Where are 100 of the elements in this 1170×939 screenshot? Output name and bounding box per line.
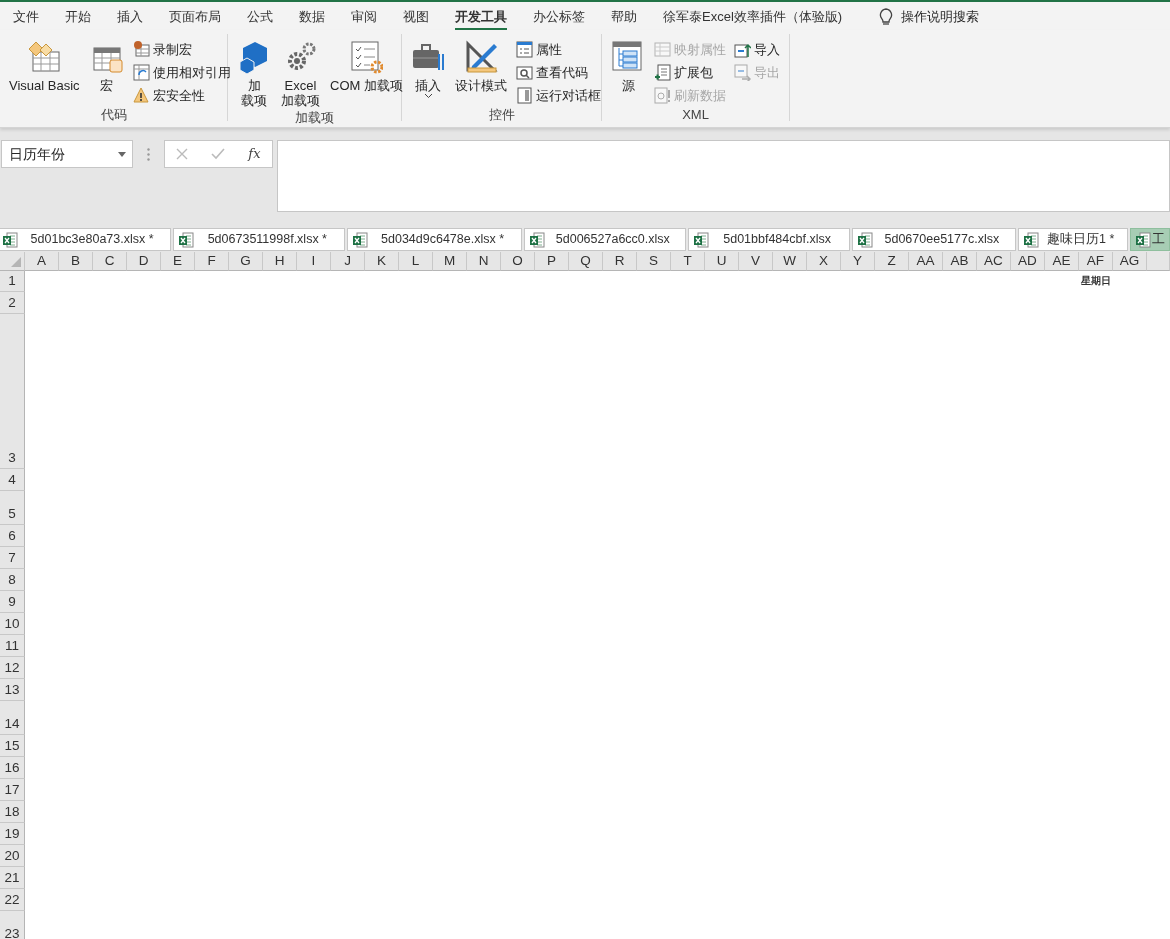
row-header[interactable]: 15 bbox=[0, 735, 25, 757]
row-header[interactable]: 7 bbox=[0, 547, 25, 569]
column-header[interactable]: F bbox=[195, 252, 229, 271]
column-header[interactable]: Z bbox=[875, 252, 909, 271]
row-header[interactable]: 5 bbox=[0, 491, 25, 525]
column-header[interactable]: AB bbox=[943, 252, 977, 271]
ribbon-tab[interactable]: 文件 bbox=[0, 4, 52, 30]
row-header[interactable]: 23 bbox=[0, 911, 25, 939]
column-header[interactable]: AF bbox=[1079, 252, 1113, 271]
workbook-tab[interactable]: 5d006527a6cc0.xlsx bbox=[523, 228, 686, 251]
formula-input[interactable] bbox=[277, 140, 1170, 212]
workbook-tab[interactable]: 5d0670ee5177c.xlsx bbox=[852, 228, 1016, 251]
workbook-tab[interactable]: 5d0673511998f.xlsx * bbox=[173, 228, 346, 251]
ribbon-tab[interactable]: 插入 bbox=[104, 4, 156, 30]
column-header[interactable]: G bbox=[229, 252, 263, 271]
column-header[interactable]: U bbox=[705, 252, 739, 271]
ribbon-tab[interactable]: 帮助 bbox=[598, 4, 650, 30]
row-header[interactable]: 20 bbox=[0, 845, 25, 867]
column-header[interactable]: A bbox=[25, 252, 59, 271]
ribbon-button[interactable]: 宏 bbox=[86, 38, 127, 95]
workbook-tab[interactable]: 工 bbox=[1130, 228, 1170, 251]
cell-text: 星期日 bbox=[1080, 274, 1112, 288]
column-header[interactable]: P bbox=[535, 252, 569, 271]
insert-function-button[interactable]: fx bbox=[248, 144, 261, 164]
enter-button[interactable] bbox=[211, 148, 226, 160]
ribbon-button[interactable]: Excel 加载项 bbox=[278, 38, 323, 110]
ribbon-tab[interactable]: 办公标签 bbox=[520, 4, 598, 30]
name-box[interactable]: 日历年份 bbox=[1, 140, 133, 168]
row-header[interactable]: 2 bbox=[0, 292, 25, 314]
row-header[interactable]: 10 bbox=[0, 613, 25, 635]
row-header[interactable]: 17 bbox=[0, 779, 25, 801]
row-header[interactable]: 13 bbox=[0, 679, 25, 701]
ribbon-button[interactable]: 宏安全性 bbox=[130, 84, 233, 107]
ribbon-button[interactable]: 查看代码 bbox=[514, 61, 603, 84]
ribbon-button[interactable]: 加 载项 bbox=[234, 38, 274, 110]
workbook-tab[interactable]: 5d034d9c6478e.xlsx * bbox=[347, 228, 522, 251]
row-header[interactable]: 21 bbox=[0, 867, 25, 889]
ribbon-button[interactable]: COM 加载项 bbox=[327, 38, 406, 95]
ribbon-button[interactable]: 使用相对引用 bbox=[130, 61, 233, 84]
column-header[interactable]: M bbox=[433, 252, 467, 271]
column-header[interactable]: AE bbox=[1045, 252, 1079, 271]
row-header[interactable]: 9 bbox=[0, 591, 25, 613]
ribbon-tab[interactable]: 公式 bbox=[234, 4, 286, 30]
ribbon-button[interactable]: 设计模式 bbox=[452, 38, 510, 95]
row-header[interactable]: 8 bbox=[0, 569, 25, 591]
tell-me-search[interactable]: 操作说明搜索 bbox=[901, 4, 980, 30]
ribbon-tab[interactable]: 数据 bbox=[286, 4, 338, 30]
column-header[interactable]: L bbox=[399, 252, 433, 271]
column-header[interactable]: AG bbox=[1113, 252, 1147, 271]
column-header[interactable]: AC bbox=[977, 252, 1011, 271]
ribbon-tab[interactable]: 页面布局 bbox=[156, 4, 234, 30]
ribbon-button[interactable]: 源 bbox=[608, 38, 648, 95]
column-header[interactable]: I bbox=[297, 252, 331, 271]
ribbon-tab[interactable]: 视图 bbox=[390, 4, 442, 30]
ribbon-tab[interactable]: 开发工具 bbox=[442, 4, 520, 30]
column-header[interactable]: K bbox=[365, 252, 399, 271]
column-header[interactable]: N bbox=[467, 252, 501, 271]
ribbon-button[interactable]: 运行对话框 bbox=[514, 84, 603, 107]
cancel-button[interactable] bbox=[176, 148, 189, 160]
column-header[interactable]: AD bbox=[1011, 252, 1045, 271]
column-header[interactable]: X bbox=[807, 252, 841, 271]
ruler-pencil-icon bbox=[464, 40, 498, 74]
ribbon-button[interactable]: 扩展包 bbox=[652, 61, 728, 84]
column-header[interactable]: D bbox=[127, 252, 161, 271]
column-header[interactable]: B bbox=[59, 252, 93, 271]
column-header[interactable]: S bbox=[637, 252, 671, 271]
row-header[interactable]: 16 bbox=[0, 757, 25, 779]
ribbon-tab[interactable]: 审阅 bbox=[338, 4, 390, 30]
ribbon-button[interactable]: 插入 bbox=[408, 38, 448, 101]
row-header[interactable]: 1 bbox=[0, 271, 25, 292]
workbook-tab[interactable]: 5d01bbf484cbf.xlsx bbox=[687, 228, 851, 251]
row-header[interactable]: 22 bbox=[0, 889, 25, 911]
workbook-tab[interactable]: 5d01bc3e80a73.xlsx * bbox=[0, 228, 172, 251]
workbook-tab[interactable]: 趣味日历1 * bbox=[1017, 228, 1128, 251]
column-header[interactable]: W bbox=[773, 252, 807, 271]
row-header[interactable]: 3 bbox=[0, 314, 25, 469]
row-header[interactable]: 18 bbox=[0, 801, 25, 823]
column-header[interactable]: E bbox=[161, 252, 195, 271]
column-header[interactable]: R bbox=[603, 252, 637, 271]
ribbon-button[interactable]: 导入 bbox=[732, 38, 782, 61]
column-header[interactable]: T bbox=[671, 252, 705, 271]
row-header[interactable]: 4 bbox=[0, 469, 25, 491]
row-header[interactable]: 6 bbox=[0, 525, 25, 547]
ribbon-tab[interactable]: 徐军泰Excel效率插件（体验版) bbox=[650, 4, 856, 30]
column-header[interactable]: O bbox=[501, 252, 535, 271]
column-header[interactable]: Q bbox=[569, 252, 603, 271]
row-header[interactable]: 11 bbox=[0, 635, 25, 657]
ribbon-button[interactable]: 录制宏 bbox=[130, 38, 233, 61]
ribbon-button[interactable]: Visual Basic bbox=[6, 38, 83, 95]
ribbon-tab[interactable]: 开始 bbox=[52, 4, 104, 30]
row-header[interactable]: 19 bbox=[0, 823, 25, 845]
column-header[interactable]: C bbox=[93, 252, 127, 271]
column-header[interactable]: H bbox=[263, 252, 297, 271]
row-header[interactable]: 12 bbox=[0, 657, 25, 679]
ribbon-button[interactable]: 属性 bbox=[514, 38, 603, 61]
column-header[interactable]: V bbox=[739, 252, 773, 271]
column-header[interactable]: AA bbox=[909, 252, 943, 271]
column-header[interactable]: Y bbox=[841, 252, 875, 271]
column-header[interactable]: J bbox=[331, 252, 365, 271]
row-header[interactable]: 14 bbox=[0, 701, 25, 735]
